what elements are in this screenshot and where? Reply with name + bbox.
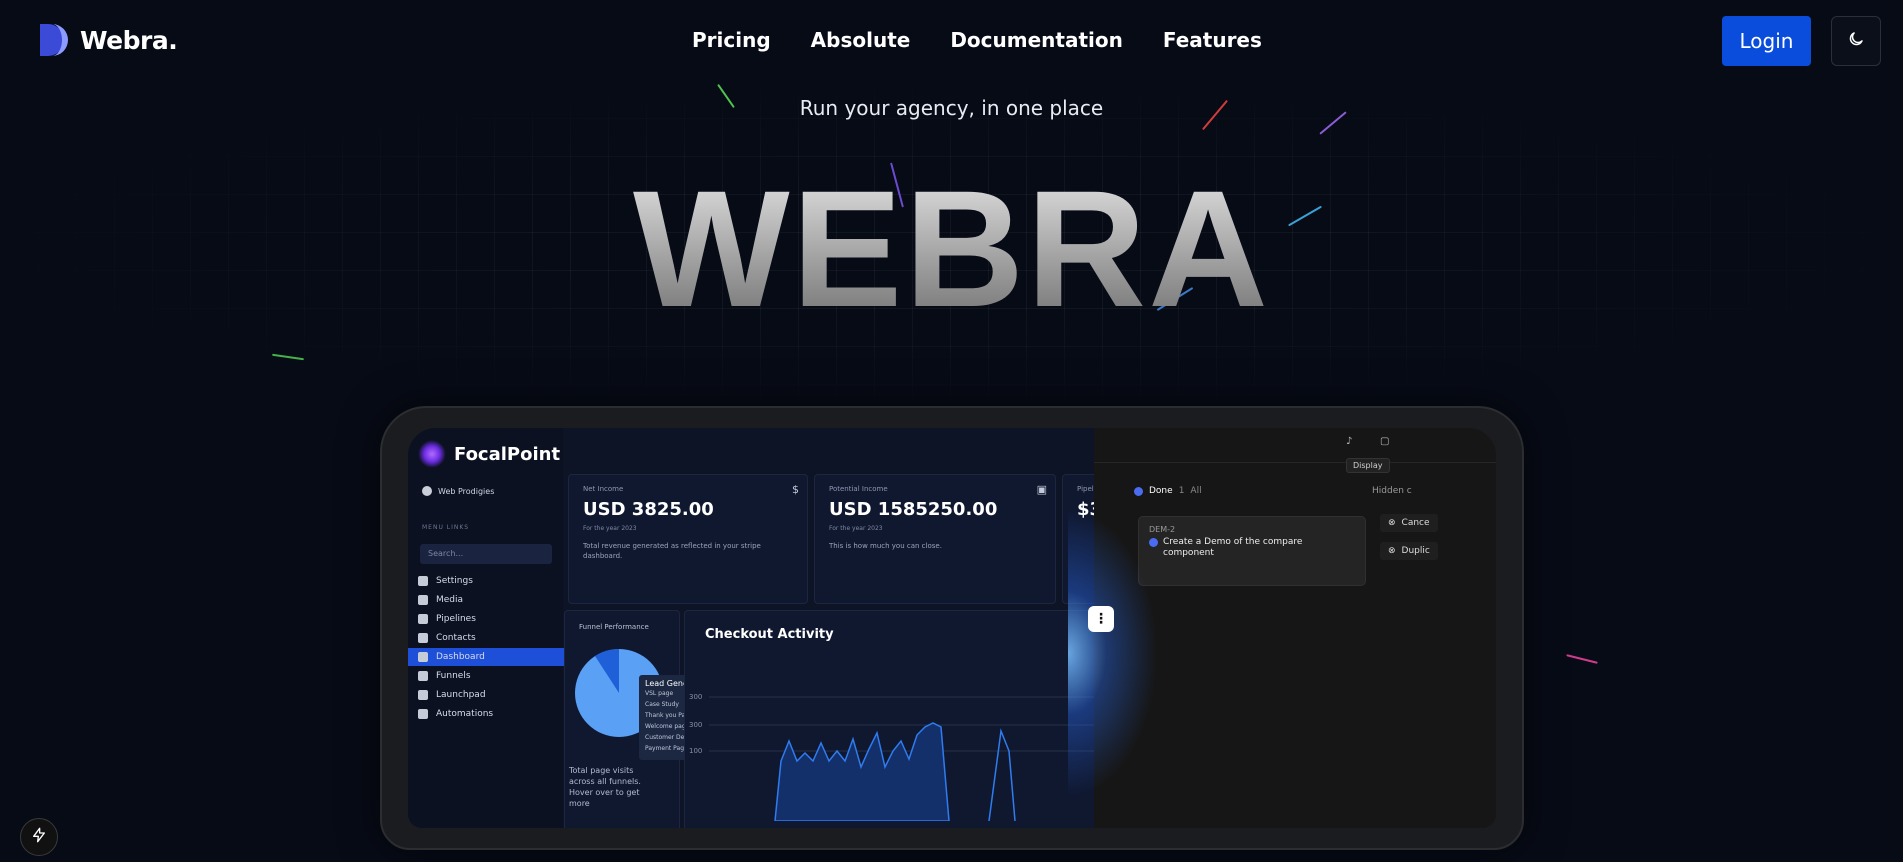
nav-link-documentation[interactable]: Documentation bbox=[950, 28, 1123, 52]
focalpoint-logo-icon bbox=[418, 440, 446, 468]
brand-logo[interactable]: Webra. bbox=[38, 22, 178, 58]
task-card[interactable]: DEM-2 Create a Demo of the compare compo… bbox=[1138, 516, 1366, 586]
login-button[interactable]: Login bbox=[1722, 16, 1811, 66]
cancel-status-icon: ⊗ bbox=[1388, 518, 1396, 528]
nav-link-features[interactable]: Features bbox=[1163, 28, 1262, 52]
nav-link-pricing[interactable]: Pricing bbox=[692, 28, 771, 52]
sidebar-item-label: Funnels bbox=[436, 671, 471, 681]
dollar-icon: $ bbox=[792, 483, 799, 496]
sidebar-item-automations[interactable]: Automations bbox=[418, 705, 554, 723]
nav-link-absolute[interactable]: Absolute bbox=[811, 28, 911, 52]
sidebar-item-label: Contacts bbox=[436, 633, 476, 643]
hero-tagline: Run your agency, in one place bbox=[799, 96, 1104, 120]
axis-label: 100 bbox=[689, 747, 703, 755]
launchpad-icon bbox=[418, 690, 428, 700]
media-icon bbox=[418, 595, 428, 605]
card-sub: For the year 2023 bbox=[829, 525, 883, 532]
sidebar-item-label: Pipelines bbox=[436, 614, 476, 624]
moon-icon bbox=[1847, 30, 1865, 52]
hidden-columns-header: Hidden c bbox=[1372, 486, 1412, 496]
column-count: 1 bbox=[1178, 486, 1185, 496]
card-sub: For the year 2023 bbox=[583, 525, 637, 532]
mockup-sidebar: FocalPoint Web Prodigies MENU LINKS Sear… bbox=[408, 428, 568, 828]
navbar: Webra. Pricing Absolute Documentation Fe… bbox=[0, 0, 1903, 82]
panel-icon[interactable]: ▢ bbox=[1380, 436, 1389, 447]
dashboard-icon bbox=[418, 652, 428, 662]
card-desc: This is how much you can close. bbox=[829, 542, 942, 550]
card-label: Potential Income bbox=[829, 485, 888, 493]
automations-icon bbox=[418, 709, 428, 719]
column-count-label: All bbox=[1190, 486, 1202, 496]
lightning-icon bbox=[31, 826, 47, 848]
contacts-icon bbox=[418, 633, 428, 643]
tablet-mockup: FocalPoint Web Prodigies MENU LINKS Sear… bbox=[380, 406, 1524, 850]
sidebar-item-media[interactable]: Media bbox=[418, 591, 554, 609]
net-income-card: Net Income $ USD 3825.00 For the year 20… bbox=[568, 474, 808, 604]
brand-name: Webra. bbox=[80, 25, 178, 55]
duplicate-status-icon: ⊗ bbox=[1388, 546, 1396, 556]
card-desc: Total revenue generated as reflected in … bbox=[583, 542, 761, 560]
axis-label: 300 bbox=[689, 721, 703, 729]
sidebar-item-label: Media bbox=[436, 595, 464, 605]
sidebar-item-funnels[interactable]: Funnels bbox=[418, 667, 554, 685]
funnel-performance-card: Funnel Performance Total page visits acr… bbox=[564, 610, 755, 828]
compare-divider-glow bbox=[1068, 508, 1158, 798]
potential-income-card: Potential Income ▣ USD 1585250.00 For th… bbox=[814, 474, 1056, 604]
checkout-activity-card: Checkout Activity 300 300 100 bbox=[684, 610, 1106, 828]
sidebar-search-input[interactable]: Search... bbox=[420, 544, 552, 564]
hidden-item-duplicate[interactable]: ⊗ Duplic bbox=[1380, 542, 1438, 560]
sidebar-item-launchpad[interactable]: Launchpad bbox=[418, 686, 554, 704]
logo-icon bbox=[38, 22, 70, 58]
sidebar-item-dashboard[interactable]: Dashboard bbox=[408, 648, 568, 666]
decor-streak bbox=[1566, 654, 1598, 664]
axis-label: 300 bbox=[689, 693, 703, 701]
document-icon: ▣ bbox=[1036, 483, 1047, 496]
workspace-switcher[interactable]: Web Prodigies bbox=[422, 486, 494, 496]
hero-title: WEBRA bbox=[0, 160, 1903, 340]
hidden-item-cancel[interactable]: ⊗ Cance bbox=[1380, 514, 1438, 532]
focalpoint-logo: FocalPoint bbox=[418, 440, 560, 468]
lightning-button[interactable] bbox=[20, 818, 58, 856]
settings-icon bbox=[418, 576, 428, 586]
pipelines-icon bbox=[418, 614, 428, 624]
theme-toggle-button[interactable] bbox=[1831, 16, 1881, 66]
board-toolbar: ♪ ▢ bbox=[1094, 428, 1496, 463]
checkout-line-chart bbox=[709, 696, 1105, 821]
sidebar-item-settings[interactable]: Settings bbox=[418, 572, 554, 590]
sidebar-item-label: Launchpad bbox=[436, 690, 486, 700]
mockup-screen: FocalPoint Web Prodigies MENU LINKS Sear… bbox=[408, 428, 1496, 828]
sidebar-item-pipelines[interactable]: Pipelines bbox=[418, 610, 554, 628]
checkout-title: Checkout Activity bbox=[705, 627, 834, 642]
sidebar-item-label: Settings bbox=[436, 576, 473, 586]
workspace-name: Web Prodigies bbox=[438, 486, 495, 496]
sidebar-item-label: Dashboard bbox=[436, 652, 485, 662]
task-text: Create a Demo of the compare component bbox=[1163, 537, 1303, 558]
card-value: USD 1585250.00 bbox=[829, 499, 998, 520]
card-label: Net Income bbox=[583, 485, 624, 493]
card-value: USD 3825.00 bbox=[583, 499, 714, 520]
sidebar-item-label: Automations bbox=[436, 709, 494, 719]
funnel-title: Funnel Performance bbox=[579, 623, 649, 631]
funnel-desc: Total page visits across all funnels. Ho… bbox=[569, 766, 641, 808]
done-status-icon bbox=[1134, 486, 1143, 496]
done-column-header: Done 1 All bbox=[1134, 486, 1202, 496]
workspace-avatar bbox=[422, 486, 432, 496]
focalpoint-name: FocalPoint bbox=[454, 443, 561, 465]
column-name: Done bbox=[1149, 486, 1173, 496]
compare-slider-handle[interactable]: ⋮ bbox=[1088, 606, 1114, 632]
funnels-icon bbox=[418, 671, 428, 681]
menu-label: MENU LINKS bbox=[422, 524, 470, 531]
bell-icon[interactable]: ♪ bbox=[1346, 436, 1352, 447]
display-button[interactable]: Display bbox=[1346, 458, 1390, 473]
nav-links: Pricing Absolute Documentation Features bbox=[692, 28, 1262, 52]
sidebar-item-contacts[interactable]: Contacts bbox=[418, 629, 554, 647]
